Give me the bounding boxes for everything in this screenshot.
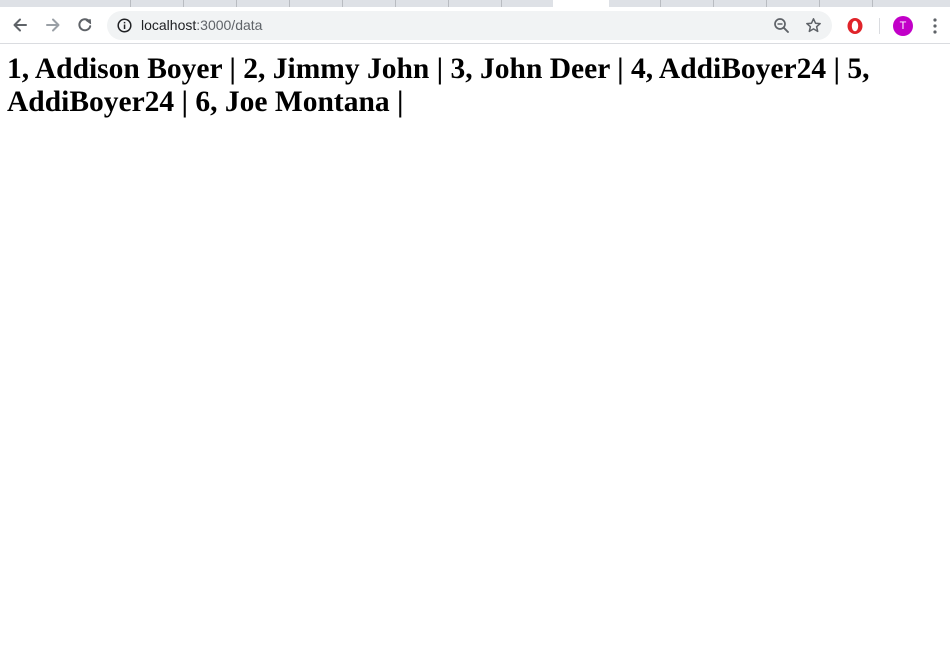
toolbar-separator	[879, 18, 880, 34]
back-arrow-icon	[13, 18, 27, 32]
forward-button[interactable]	[40, 12, 66, 38]
reload-icon	[78, 18, 92, 32]
page-content: 1, Addison Boyer | 2, Jimmy John | 3, Jo…	[0, 45, 950, 671]
url-host: localhost	[141, 17, 197, 33]
active-tab[interactable]	[553, 0, 609, 7]
tab-strip	[0, 0, 950, 7]
tab-separator	[289, 0, 290, 7]
tab-separator	[183, 0, 184, 7]
tab-separator	[872, 0, 873, 7]
reload-button[interactable]	[72, 12, 98, 38]
back-button[interactable]	[7, 12, 33, 38]
tab-separator	[342, 0, 343, 7]
tab-separator	[819, 0, 820, 7]
url-path: :3000/data	[196, 17, 263, 33]
browser-toolbar: localhost:3000/data T	[0, 7, 950, 44]
tab-separator	[713, 0, 714, 7]
star-icon[interactable]	[805, 17, 822, 34]
url-text[interactable]: localhost:3000/data	[141, 11, 262, 40]
browser-window: localhost:3000/data T 1, Addison Boyer |…	[0, 0, 950, 671]
tab-separator	[130, 0, 131, 7]
info-icon[interactable]	[117, 18, 132, 33]
forward-arrow-icon	[46, 18, 60, 32]
tab-separator	[236, 0, 237, 7]
tab-separator	[501, 0, 502, 7]
opera-icon[interactable]	[846, 17, 864, 35]
tab-separator	[660, 0, 661, 7]
tab-separator	[395, 0, 396, 7]
zoom-out-icon[interactable]	[773, 17, 790, 34]
avatar[interactable]: T	[893, 16, 913, 36]
tab-separator	[448, 0, 449, 7]
tab-separator	[766, 0, 767, 7]
page-heading: 1, Addison Boyer | 2, Jimmy John | 3, Jo…	[7, 53, 870, 118]
address-bar[interactable]: localhost:3000/data	[107, 11, 832, 40]
kebab-menu-icon[interactable]	[928, 16, 942, 36]
